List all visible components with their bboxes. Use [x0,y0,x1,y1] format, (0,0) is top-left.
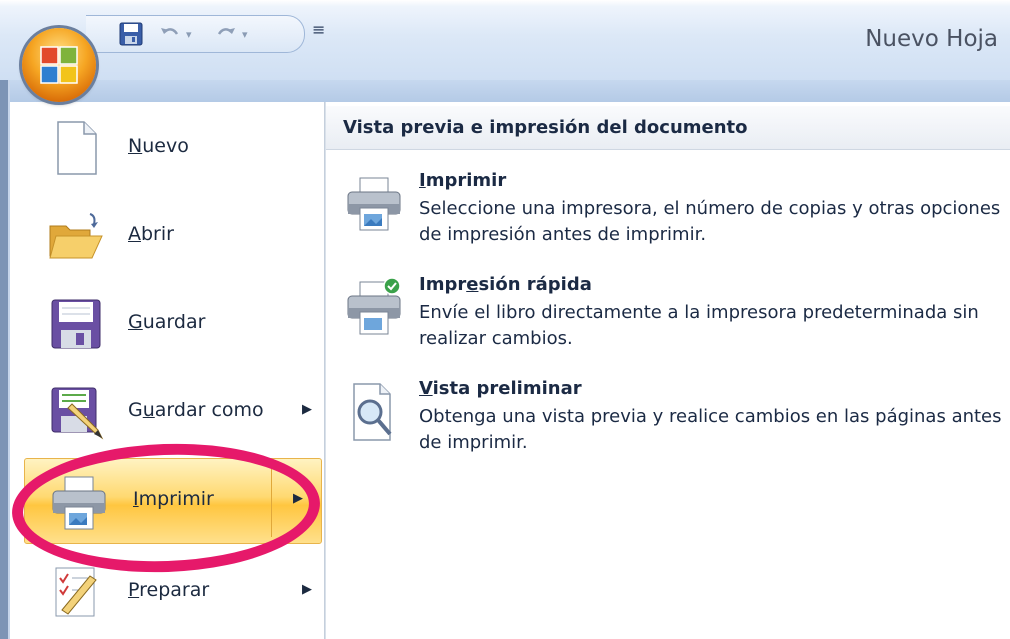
quick-access-toolbar: ▾ ▾ [86,15,305,53]
save-icon [51,299,101,349]
undo-dropdown-icon[interactable]: ▾ [186,28,192,41]
undo-icon [161,28,179,35]
customize-toolbar-icon[interactable]: ≡ [312,20,325,39]
qat-redo-button[interactable]: ▾ [214,20,248,48]
redo-icon [217,28,235,35]
option-vista-preliminar[interactable]: Vista preliminar Obtenga una vista previ… [344,378,1004,474]
menu-item-abrir[interactable]: Abrir [20,194,320,274]
option-title: Impresión rápida [419,274,592,295]
submenu-arrow-icon: ▶ [302,402,312,417]
window-frame [0,0,8,639]
menu-item-label: Guardar como [128,399,264,421]
panel-header: Vista previa e impresión del documento [326,106,1010,150]
office-logo-icon [40,46,78,84]
menu-item-label: Abrir [128,223,174,245]
option-description: Obtenga una vista previa y realice cambi… [419,406,1002,453]
ribbon-strip [10,80,1010,103]
option-imprimir[interactable]: Imprimir Seleccione una impresora, el nú… [344,170,1004,266]
option-description: Seleccione una impresora, el número de c… [419,198,1001,245]
menu-item-nuevo[interactable]: Nuevo [20,106,320,186]
redo-dropdown-icon[interactable]: ▾ [242,28,248,41]
option-impresion-rapida[interactable]: Impresión rápida Envíe el libro directam… [344,274,1004,370]
open-folder-icon [49,213,103,259]
new-document-icon [57,121,97,175]
save-icon [119,22,143,46]
option-title: Imprimir [419,170,507,191]
printer-icon [347,177,401,231]
prepare-icon [55,567,97,617]
qat-undo-button[interactable]: ▾ [158,20,192,48]
print-submenu-panel: Vista previa e impresión del documento I… [325,102,1010,639]
qat-save-button[interactable] [118,20,144,48]
office-button[interactable] [22,28,96,102]
window-title: Nuevo Hoja [865,26,998,52]
option-title: Vista preliminar [419,378,582,399]
menu-item-guardar-como[interactable]: Guardar como ▶ [20,370,320,450]
menu-item-guardar[interactable]: Guardar [20,282,320,362]
save-as-icon [51,387,104,440]
print-preview-icon [353,383,392,441]
menu-item-label: Nuevo [128,135,189,157]
submenu-arrow-icon: ▶ [302,582,312,597]
title-bar: ▾ ▾ ≡ Nuevo Hoja [0,0,1010,80]
quick-print-icon [347,278,401,335]
option-description: Envíe el libro directamente a la impreso… [419,302,979,349]
menu-item-label: Guardar [128,311,206,333]
